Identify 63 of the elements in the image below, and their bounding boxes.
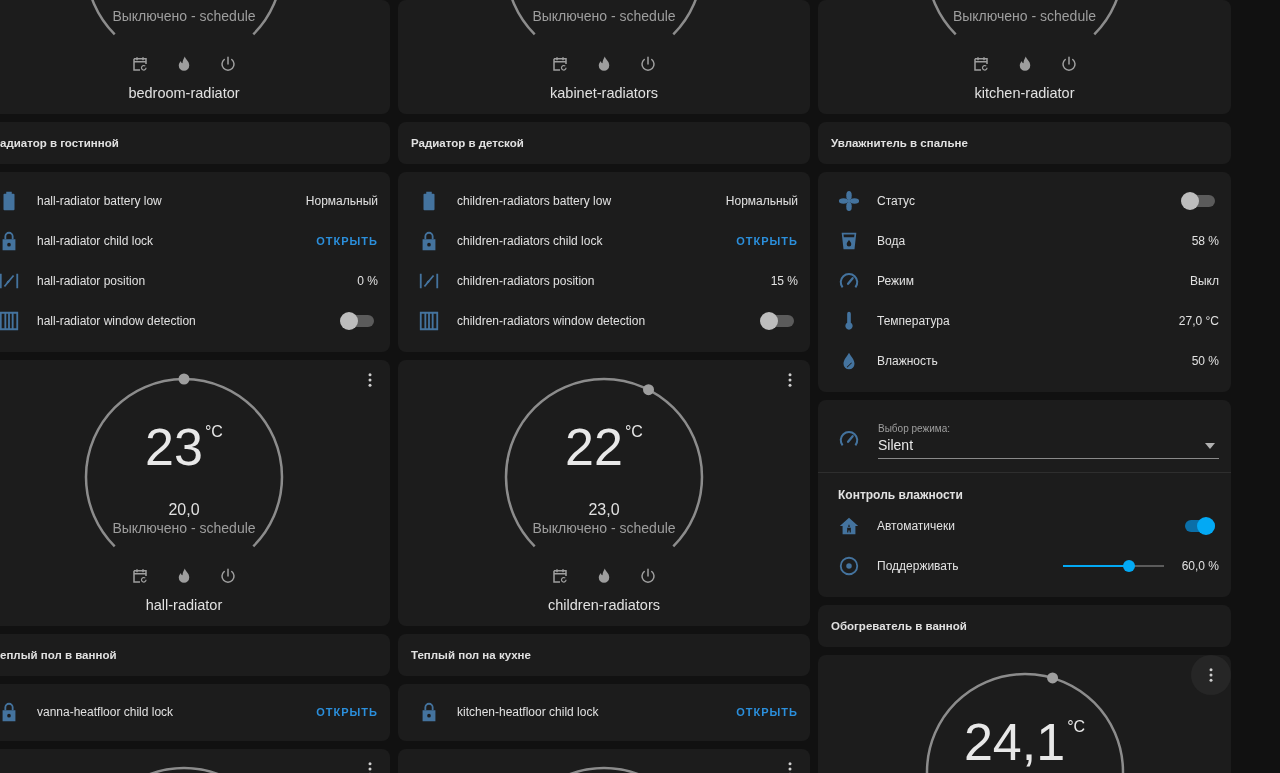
thermostat-name: bedroom-radiator <box>127 84 241 103</box>
entity-value: Выкл <box>1190 274 1219 288</box>
thermostat-status: Выключено - schedule <box>112 7 256 25</box>
dial-handle[interactable] <box>643 384 654 396</box>
entity-value: Нормальный <box>305 194 378 208</box>
entity-label: kitchen-heatfloor child lock <box>457 705 600 719</box>
entity-value: 50 % <box>1191 354 1219 368</box>
open-button[interactable]: ОТКРЫТЬ <box>316 704 378 720</box>
entity-value: 0 % <box>357 274 378 288</box>
entity-label: hall-radiator battery low <box>37 194 163 208</box>
thermostat-name: kitchen-radiator <box>973 84 1076 103</box>
section-title: Радиатор в детской <box>411 137 524 149</box>
thermostat-status: Выключено - schedule <box>532 519 676 537</box>
section-title: адиатор в гостинной <box>0 137 119 149</box>
entity-value: 27,0 °C <box>1178 314 1219 328</box>
entity-label: hall-radiator window detection <box>37 314 197 328</box>
entity-label: hall-radiator position <box>37 274 147 288</box>
entity-value: 15 % <box>770 274 798 288</box>
select-field[interactable]: Выбор режима: Silent <box>878 422 1219 459</box>
entity-label: vanna-heatfloor child lock <box>37 705 175 719</box>
fan-icon <box>838 190 860 212</box>
open-button[interactable]: ОТКРЫТЬ <box>736 704 798 720</box>
thermostat-status: Выключено - schedule <box>952 7 1097 25</box>
toggle-switch[interactable] <box>1181 191 1215 211</box>
dial-handle[interactable] <box>178 373 190 385</box>
thermostat-status: Выключено - schedule <box>532 7 676 25</box>
section-title: Теплый пол на кухне <box>411 649 531 661</box>
section-title: еплый пол в ванной <box>0 649 117 661</box>
target-temperature: 23,0 <box>588 500 620 520</box>
thermostat-status: Выключено - schedule <box>112 519 256 537</box>
window-icon <box>418 310 440 332</box>
entity-label: Автоматичеки <box>877 519 956 533</box>
entity-label: Статус <box>877 194 916 208</box>
entity-label: Вода <box>877 234 907 248</box>
entity-value: 60,0 % <box>1181 559 1219 573</box>
section-title: Обогреватель в ванной <box>831 620 967 632</box>
entity-label: Температура <box>877 314 951 328</box>
section-title: Увлажнитель в спальне <box>831 137 968 149</box>
thermostat-name: children-radiators <box>547 596 661 615</box>
entity-label: hall-radiator child lock <box>37 234 155 248</box>
thermostat-name: hall-radiator <box>144 596 224 615</box>
entity-label: Поддерживать <box>877 559 960 573</box>
entity-label: children-radiators position <box>457 274 596 288</box>
entity-label: children-radiators battery low <box>457 194 613 208</box>
toggle-switch[interactable] <box>760 311 794 331</box>
dial-handle[interactable] <box>1046 672 1058 684</box>
open-button[interactable]: ОТКРЫТЬ <box>736 233 798 249</box>
target-icon <box>838 555 860 577</box>
entity-value: 58 % <box>1191 234 1219 248</box>
toggle-switch[interactable] <box>340 311 374 331</box>
home-icon <box>838 515 860 537</box>
entity-label: Влажность <box>877 354 939 368</box>
entity-label: children-radiators window detection <box>457 314 647 328</box>
window-icon <box>0 310 20 332</box>
open-button[interactable]: ОТКРЫТЬ <box>316 233 378 249</box>
thermostat-name: kabinet-radiators <box>549 84 659 103</box>
entity-value: Нормальный <box>725 194 798 208</box>
entity-label: Режим <box>877 274 915 288</box>
entity-label: children-radiators child lock <box>457 234 604 248</box>
section-heading: Контроль влажности <box>837 487 964 504</box>
slider[interactable] <box>1062 559 1164 573</box>
dropdown-caret-icon <box>1205 443 1215 449</box>
target-temperature: 20,0 <box>168 500 200 520</box>
